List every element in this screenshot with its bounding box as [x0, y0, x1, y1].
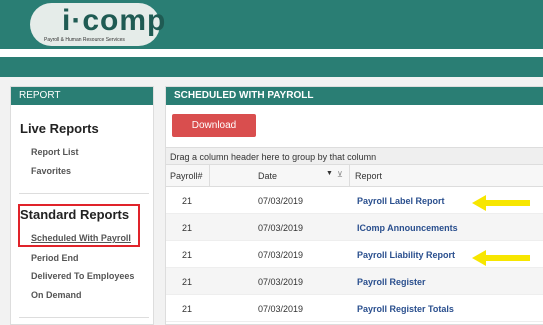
group-by-drop-zone[interactable]: Drag a column header here to group by th… [166, 147, 543, 165]
live-reports-title: Live Reports [20, 121, 99, 136]
column-header-report[interactable]: Report [355, 171, 382, 181]
sidebar-item-report-list[interactable]: Report List [31, 147, 79, 157]
cell-date: 07/03/2019 [258, 223, 304, 233]
filter-icon[interactable]: ⊻ [337, 170, 343, 179]
logo-tagline: Payroll & Human Resource Services [44, 37, 125, 43]
sidebar-item-delivered-to-employees[interactable]: Delivered To Employees [31, 271, 134, 281]
sidebar-item-scheduled-with-payroll[interactable]: Scheduled With Payroll [31, 233, 131, 243]
column-header-date[interactable]: Date [258, 171, 277, 181]
cell-date: 07/03/2019 [258, 250, 304, 260]
panel-header: SCHEDULED WITH PAYROLL [166, 87, 543, 105]
secondary-nav-bar [0, 57, 543, 77]
download-button[interactable]: Download [172, 114, 256, 137]
report-link[interactable]: Payroll Register Totals [357, 304, 454, 314]
cell-payroll: 21 [182, 250, 193, 260]
sidebar-header: REPORT [11, 87, 153, 105]
column-separator [209, 165, 210, 187]
column-separator [349, 165, 350, 187]
sidebar-item-favorites[interactable]: Favorites [31, 166, 71, 176]
column-header-payroll[interactable]: Payroll# [170, 171, 203, 181]
cell-payroll: 21 [182, 196, 193, 206]
table-row[interactable]: 21 07/03/2019 Payroll Register Totals [166, 295, 543, 322]
top-header-bar: i·comp Payroll & Human Resource Services [0, 0, 543, 49]
report-link[interactable]: Payroll Register [357, 277, 426, 287]
standard-reports-title: Standard Reports [20, 207, 130, 222]
cell-payroll: 21 [182, 304, 193, 314]
cell-payroll: 21 [182, 223, 193, 233]
table-row[interactable]: 21 07/03/2019 Payroll Register [166, 268, 543, 295]
sidebar-divider [19, 317, 149, 318]
report-link[interactable]: Payroll Label Report [357, 196, 445, 206]
sidebar-item-on-demand[interactable]: On Demand [31, 290, 82, 300]
report-link[interactable]: Payroll Liability Report [357, 250, 455, 260]
grid-column-headers: Payroll# Date ▼ ⊻ Report [166, 165, 543, 187]
report-sidebar: REPORT Live Reports Report List Favorite… [10, 86, 154, 325]
logo-wordmark: i·comp [62, 4, 167, 37]
sidebar-divider [19, 193, 149, 194]
cell-payroll: 21 [182, 277, 193, 287]
cell-date: 07/03/2019 [258, 196, 304, 206]
table-row[interactable]: 21 07/03/2019 IComp Announcements [166, 214, 543, 241]
cell-date: 07/03/2019 [258, 277, 304, 287]
icomp-logo[interactable]: i·comp Payroll & Human Resource Services [30, 3, 165, 46]
annotation-arrow-icon [472, 250, 530, 266]
annotation-arrow-icon [472, 195, 530, 211]
cell-date: 07/03/2019 [258, 304, 304, 314]
sort-desc-icon[interactable]: ▼ [326, 170, 333, 177]
header-gap [0, 49, 543, 57]
sidebar-item-period-end[interactable]: Period End [31, 253, 79, 263]
report-link[interactable]: IComp Announcements [357, 223, 458, 233]
